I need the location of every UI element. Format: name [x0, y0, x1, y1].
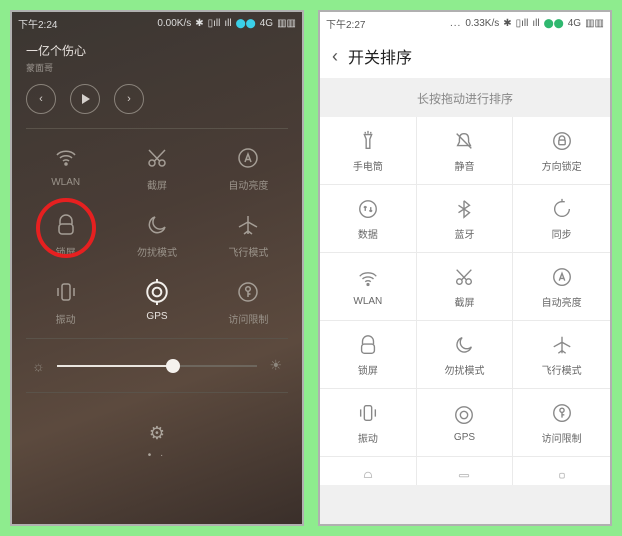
toggle-auto-brightness[interactable]: 自动亮度 — [203, 143, 294, 192]
next-track-button[interactable]: › — [114, 84, 144, 114]
toggle-gps[interactable]: GPS — [111, 277, 202, 326]
toggle-lockscreen[interactable]: 锁屏 — [20, 210, 111, 259]
brightness-low-icon: ☼ — [32, 358, 45, 374]
data-icon — [356, 197, 380, 221]
brightness-slider[interactable]: ☼ ☀ — [12, 343, 302, 388]
auto-brightness-icon — [550, 265, 574, 289]
music-title: 一亿个伤心 — [26, 42, 288, 59]
sync-icon — [550, 197, 574, 221]
sortable-grid: 手电筒 静音 方向锁定 数据 蓝牙 同步 WLAN 截屏 — [320, 117, 610, 457]
key-icon — [550, 401, 574, 425]
signal-icon: ıll — [532, 18, 539, 29]
toggle-dnd[interactable]: 勿扰模式 — [111, 210, 202, 259]
tile-sync[interactable]: 同步 — [513, 185, 610, 253]
partial-row — [320, 457, 610, 485]
moon-icon — [452, 333, 476, 357]
airplane-icon — [550, 333, 574, 357]
battery-icon: ▥▥ — [277, 18, 296, 29]
mute-icon — [452, 129, 476, 153]
airplane-icon — [233, 210, 263, 240]
auto-brightness-icon — [233, 143, 263, 173]
tile-orientation[interactable]: 方向锁定 — [513, 117, 610, 185]
tile-bluetooth[interactable]: 蓝牙 — [417, 185, 514, 253]
moon-icon — [142, 210, 172, 240]
bluetooth-icon — [452, 197, 476, 221]
toggle-wlan[interactable]: WLAN — [20, 143, 111, 192]
tile-mute[interactable]: 静音 — [417, 117, 514, 185]
status-bar: 下午2:27 ... 0.33K/s ✱ ▯ıll ıll ⬤⬤ 4G ▥▥ — [320, 12, 610, 34]
tile-screenshot[interactable]: 截屏 — [417, 253, 514, 321]
play-button[interactable] — [70, 84, 100, 114]
tile-gps[interactable]: GPS — [417, 389, 514, 457]
highlight-circle — [36, 198, 96, 258]
tile-dnd[interactable]: 勿扰模式 — [417, 321, 514, 389]
instruction-text: 长按拖动进行排序 — [320, 78, 610, 117]
tile-restrict[interactable]: 访问限制 — [513, 389, 610, 457]
bluetooth-icon: ✱ — [195, 18, 203, 29]
back-icon[interactable]: ‹ — [332, 46, 338, 67]
prev-track-button[interactable]: ‹ — [26, 84, 56, 114]
status-bar: 下午2:24 0.00K/s ✱ ▯ıll ıll ⬤⬤ 4G ▥▥ — [12, 12, 302, 34]
music-controls: ‹ › — [12, 78, 302, 124]
toggle-vibrate[interactable]: 振动 — [20, 277, 111, 326]
page-dots: • · — [12, 450, 302, 467]
gps-icon — [452, 403, 476, 427]
rotation-lock-icon — [550, 129, 574, 153]
title-bar: ‹ 开关排序 — [320, 34, 610, 78]
tile-autobright[interactable]: 自动亮度 — [513, 253, 610, 321]
tile-vibrate[interactable]: 振动 — [320, 389, 417, 457]
tile-data[interactable]: 数据 — [320, 185, 417, 253]
signal-icon: ▯ıll — [516, 18, 529, 29]
music-info: 一亿个伤心 蒙面哥 — [12, 34, 302, 78]
bluetooth-icon: ✱ — [503, 18, 511, 29]
status-time: 下午2:24 — [18, 16, 57, 31]
tile-airplane[interactable]: 飞行模式 — [513, 321, 610, 389]
status-indicators: 0.00K/s ✱ ▯ıll ıll ⬤⬤ 4G ▥▥ — [157, 18, 296, 29]
tile-lockscreen[interactable]: 锁屏 — [320, 321, 417, 389]
toggle-airplane[interactable]: 飞行模式 — [203, 210, 294, 259]
page-title: 开关排序 — [348, 44, 412, 68]
quick-settings-grid: WLAN 截屏 自动亮度 锁屏 勿扰模式 飞行模式 振动 G — [12, 133, 302, 334]
toggle-screenshot[interactable]: 截屏 — [111, 143, 202, 192]
gps-icon — [142, 277, 172, 307]
vibrate-icon — [51, 277, 81, 307]
status-time: 下午2:27 — [326, 16, 365, 31]
brightness-high-icon: ☀ — [269, 357, 282, 374]
tile-wlan[interactable]: WLAN — [320, 253, 417, 321]
settings-gear-icon[interactable]: ⚙ — [149, 423, 165, 443]
signal-icon: ıll — [224, 18, 231, 29]
lock-icon — [356, 333, 380, 357]
key-icon — [233, 277, 263, 307]
battery-icon: ▥▥ — [585, 18, 604, 29]
tile-flashlight[interactable]: 手电筒 — [320, 117, 417, 185]
signal-icon: ▯ıll — [208, 18, 221, 29]
toggle-sort-screenshot: 下午2:27 ... 0.33K/s ✱ ▯ıll ıll ⬤⬤ 4G ▥▥ ‹… — [318, 10, 612, 526]
wifi-icon — [51, 143, 81, 173]
control-center-screenshot: 下午2:24 0.00K/s ✱ ▯ıll ıll ⬤⬤ 4G ▥▥ 一亿个伤心… — [10, 10, 304, 526]
status-indicators: ... 0.33K/s ✱ ▯ıll ıll ⬤⬤ 4G ▥▥ — [450, 18, 604, 29]
flashlight-icon — [356, 129, 380, 153]
music-artist: 蒙面哥 — [26, 61, 288, 74]
vibrate-icon — [356, 401, 380, 425]
toggle-restrict[interactable]: 访问限制 — [203, 277, 294, 326]
scissors-icon — [142, 143, 172, 173]
scissors-icon — [452, 265, 476, 289]
wifi-icon — [356, 267, 380, 291]
